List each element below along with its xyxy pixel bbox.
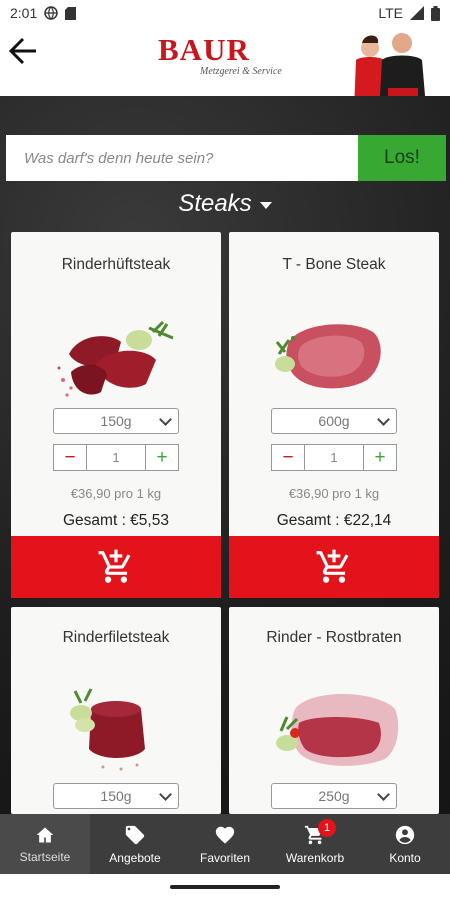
search-input[interactable] bbox=[6, 135, 358, 181]
network-type: LTE bbox=[378, 5, 403, 21]
nav-label: Startseite bbox=[19, 849, 71, 864]
quantity-stepper: − 1 + bbox=[53, 444, 179, 471]
chevron-down-icon bbox=[377, 788, 390, 801]
weight-value: 600g bbox=[318, 413, 350, 429]
nav-item-warenkorb[interactable]: 1 Warenkorb bbox=[270, 814, 360, 874]
product-name: T - Bone Steak bbox=[282, 256, 386, 273]
add-to-cart-icon bbox=[316, 549, 349, 583]
battery-icon bbox=[431, 5, 440, 21]
category-label: Steaks bbox=[178, 190, 252, 217]
product-name: Rinderfiletsteak bbox=[62, 629, 170, 646]
brand-tagline: Metzgerei & Service bbox=[200, 66, 282, 77]
weight-value: 250g bbox=[318, 788, 350, 804]
home-indicator[interactable] bbox=[170, 885, 280, 889]
product-image[interactable] bbox=[41, 679, 191, 779]
weight-select[interactable]: 600g bbox=[271, 408, 397, 434]
nav-item-konto[interactable]: Konto bbox=[360, 814, 450, 874]
nav-item-favoriten[interactable]: Favoriten bbox=[180, 814, 270, 874]
cart-count-badge: 1 bbox=[318, 819, 336, 837]
product-image[interactable] bbox=[259, 679, 409, 779]
nav-label: Warenkorb bbox=[285, 850, 345, 865]
app-header: BAUR Metzgerei & Service bbox=[0, 26, 450, 131]
nav-label: Favoriten bbox=[199, 850, 251, 865]
caret-down-icon bbox=[259, 201, 272, 209]
status-time: 2:01 bbox=[10, 5, 38, 21]
product-card: Rinder - Rostbraten 250g bbox=[229, 607, 439, 814]
category-dropdown[interactable]: Steaks bbox=[0, 190, 450, 218]
globe-icon bbox=[44, 6, 58, 20]
chevron-down-icon bbox=[377, 413, 390, 426]
status-bar: 2:01 LTE bbox=[0, 0, 450, 26]
product-card: T - Bone Steak 600g − 1 + €36,90 pro 1 k… bbox=[229, 232, 439, 598]
gesture-bar bbox=[0, 874, 450, 900]
weight-select[interactable]: 150g bbox=[53, 783, 179, 809]
nav-item-startseite[interactable]: Startseite bbox=[0, 814, 90, 874]
product-card: Rinderfiletsteak 150g bbox=[11, 607, 221, 814]
product-image[interactable] bbox=[41, 302, 191, 402]
product-card: Rinderhüftsteak 150g − 1 + €36,90 pro 1 … bbox=[11, 232, 221, 598]
back-arrow-icon[interactable] bbox=[6, 34, 40, 68]
quantity-value[interactable]: 1 bbox=[87, 445, 145, 470]
signal-icon bbox=[410, 6, 424, 20]
add-to-cart-button[interactable] bbox=[229, 536, 439, 598]
tag-icon bbox=[125, 825, 145, 844]
decrease-button[interactable]: − bbox=[54, 445, 87, 470]
heart-icon bbox=[215, 826, 235, 844]
increase-button[interactable]: + bbox=[363, 445, 396, 470]
account-icon bbox=[395, 825, 415, 844]
nav-label: Konto bbox=[389, 850, 421, 865]
add-to-cart-icon bbox=[98, 549, 131, 583]
search-button[interactable]: Los! bbox=[358, 135, 446, 181]
total-price: Gesamt : €22,14 bbox=[276, 512, 392, 529]
total-price: Gesamt : €5,53 bbox=[63, 512, 169, 529]
nav-label: Angebote bbox=[109, 850, 161, 865]
bottom-navigation: Startseite Angebote Favoriten 1 Warenkor… bbox=[0, 814, 450, 874]
unit-price: €36,90 pro 1 kg bbox=[70, 486, 162, 501]
sd-card-icon bbox=[65, 6, 77, 20]
product-name: Rinder - Rostbraten bbox=[266, 629, 402, 646]
search-bar: Los! bbox=[6, 135, 446, 181]
increase-button[interactable]: + bbox=[145, 445, 178, 470]
product-image[interactable] bbox=[259, 302, 409, 402]
product-name: Rinderhüftsteak bbox=[61, 256, 171, 273]
quantity-stepper: − 1 + bbox=[271, 444, 397, 471]
chevron-down-icon bbox=[159, 788, 172, 801]
add-to-cart-button[interactable] bbox=[11, 536, 221, 598]
chevron-down-icon bbox=[159, 413, 172, 426]
unit-price: €36,90 pro 1 kg bbox=[288, 486, 380, 501]
weight-value: 150g bbox=[100, 413, 132, 429]
weight-select[interactable]: 150g bbox=[53, 408, 179, 434]
home-icon bbox=[36, 827, 54, 842]
quantity-value[interactable]: 1 bbox=[305, 445, 363, 470]
nav-item-angebote[interactable]: Angebote bbox=[90, 814, 180, 874]
weight-select[interactable]: 250g bbox=[271, 783, 397, 809]
decrease-button[interactable]: − bbox=[272, 445, 305, 470]
brand-logo: BAUR Metzgerei & Service bbox=[158, 32, 298, 82]
brand-name: BAUR bbox=[158, 32, 250, 67]
weight-value: 150g bbox=[100, 788, 132, 804]
